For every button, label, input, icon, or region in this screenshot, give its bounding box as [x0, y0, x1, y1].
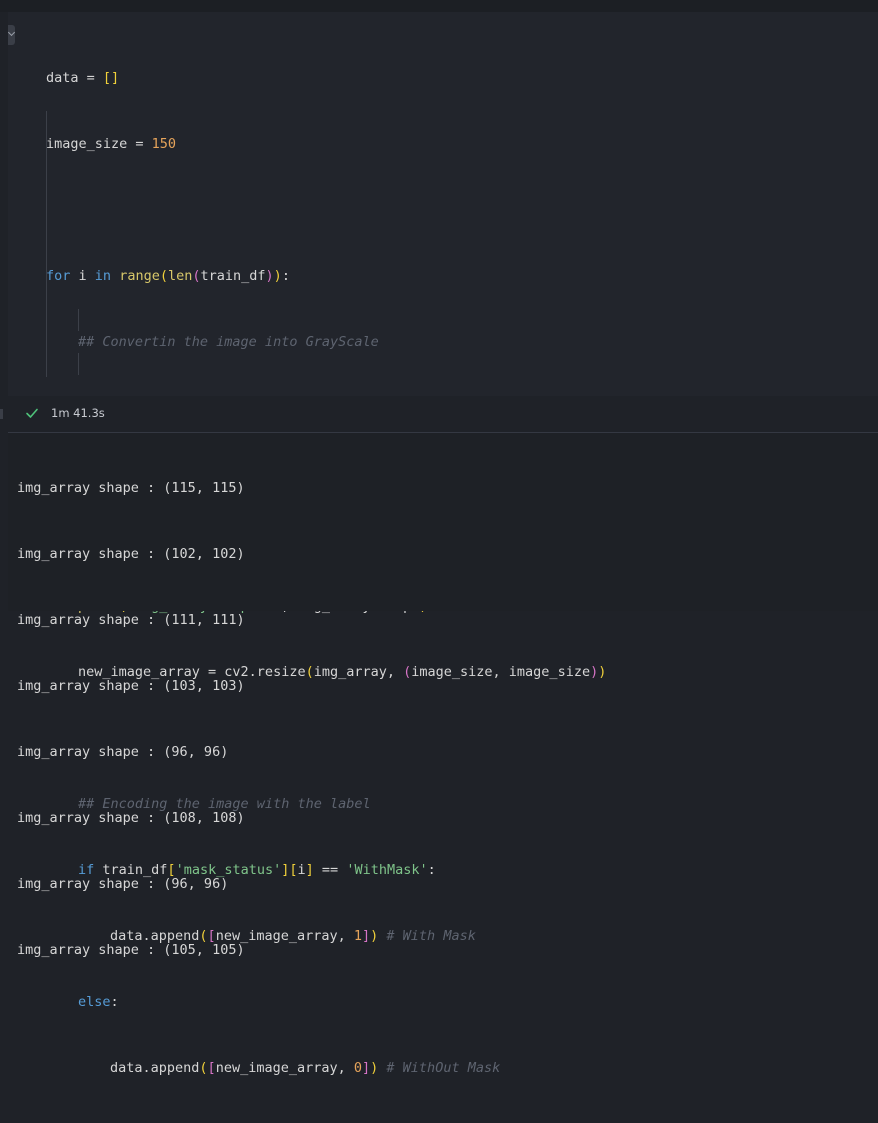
code-line: for i in range(len(train_df)):	[46, 268, 290, 284]
cell-status-bar: 1m 41.3s	[0, 396, 878, 432]
code-line: data.append([new_image_array, 0]) # With…	[110, 1060, 501, 1076]
execution-time: 1m 41.3s	[51, 406, 105, 420]
code-line: data = []	[46, 70, 120, 86]
output-text: img_array shape : (115, 115) img_array s…	[17, 433, 245, 1005]
output-line: img_array shape : (111, 111)	[17, 612, 245, 628]
notebook-top-bar	[0, 0, 878, 12]
code-line: ## Convertin the image into GrayScale	[78, 334, 379, 350]
status-marker	[0, 409, 3, 419]
check-icon	[26, 408, 38, 418]
chevron-icon[interactable]	[8, 25, 15, 45]
output-line: img_array shape : (103, 103)	[17, 678, 245, 694]
output-line: img_array shape : (108, 108)	[17, 810, 245, 826]
code-cell[interactable]: data = [] image_size = 150 for i in rang…	[8, 12, 878, 1076]
output-line: img_array shape : (96, 96)	[17, 744, 229, 760]
code-line: image_size = 150	[46, 136, 177, 152]
output-line: img_array shape : (102, 102)	[17, 546, 245, 562]
cell-output[interactable]: img_array shape : (115, 115) img_array s…	[8, 432, 878, 958]
output-line: img_array shape : (96, 96)	[17, 876, 229, 892]
output-line: img_array shape : (105, 105)	[17, 942, 245, 958]
output-line: img_array shape : (115, 115)	[17, 480, 245, 496]
